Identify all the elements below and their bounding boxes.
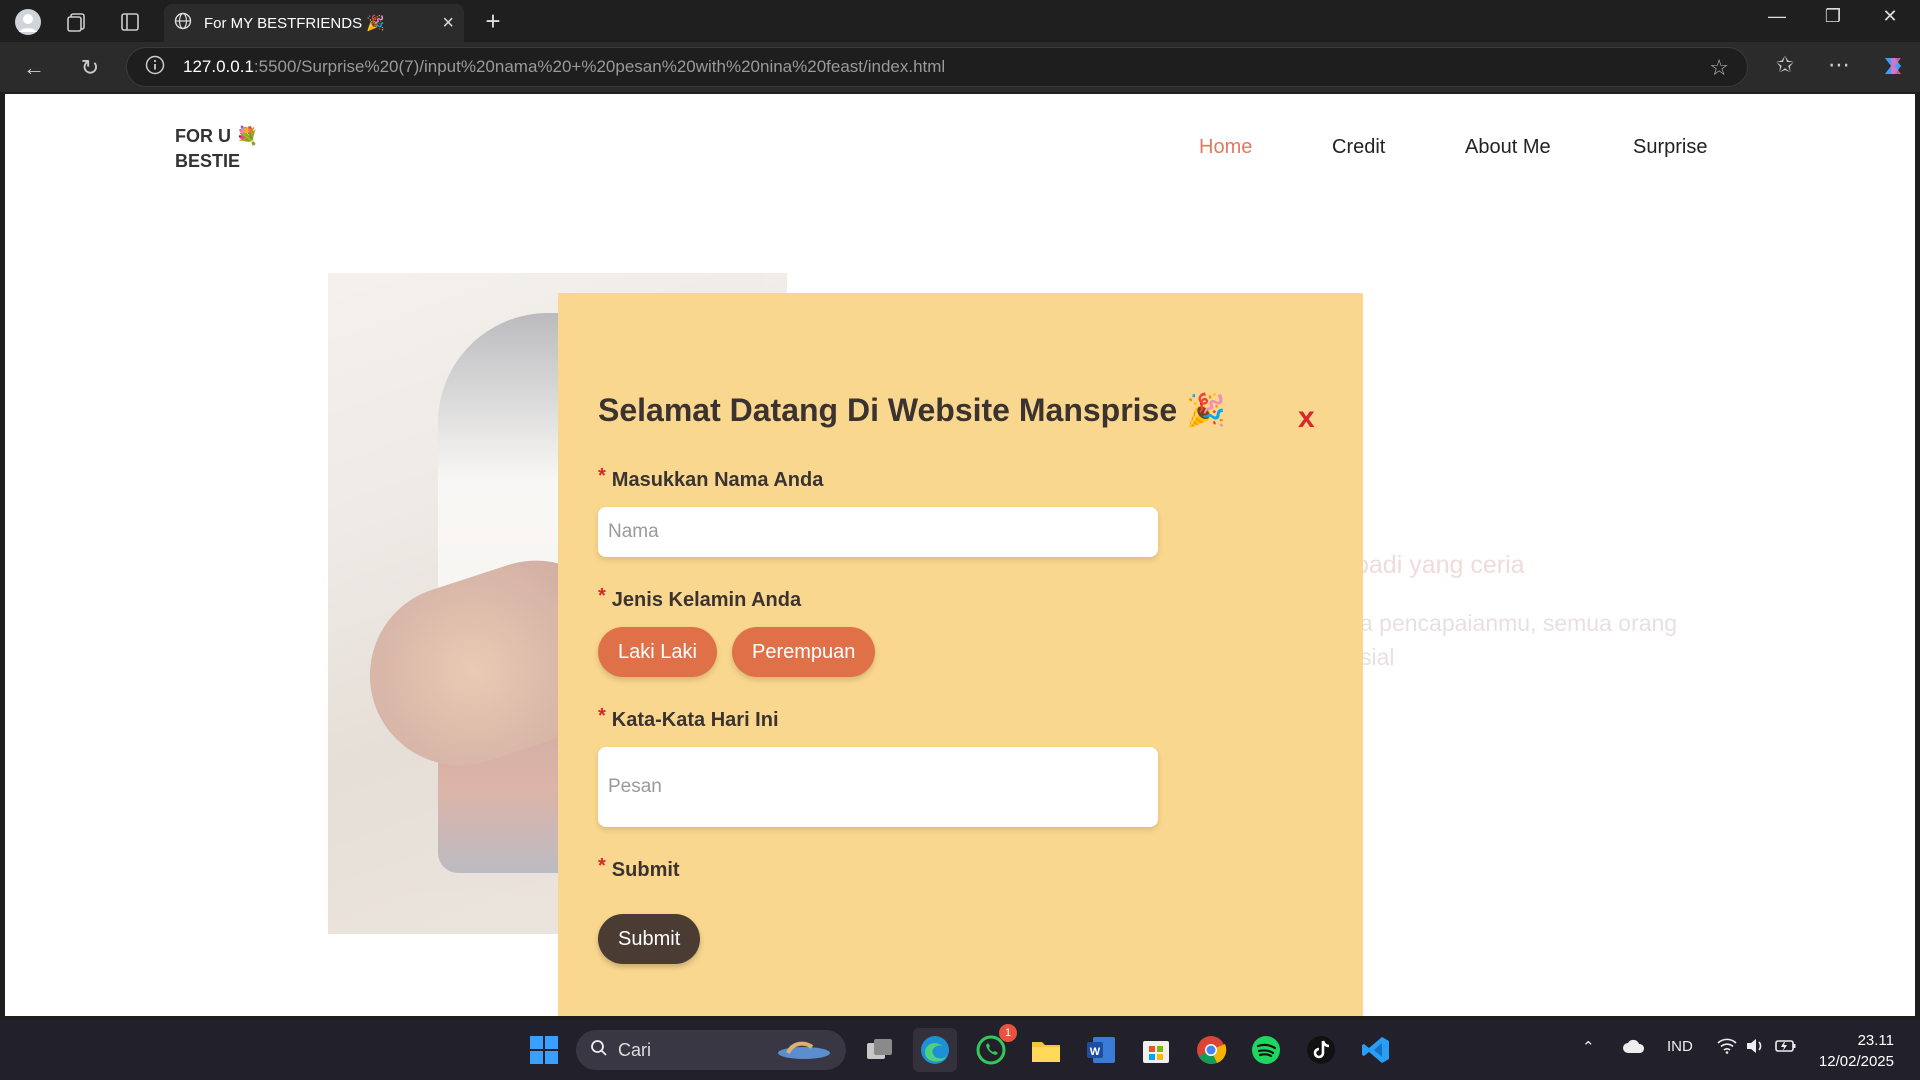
browser-toolbar: ← ↻ 127.0.0.1:5500/Surprise%20(7)/input%… (0, 42, 1920, 92)
tab-close-icon[interactable]: × (442, 12, 454, 35)
edge-browser-icon[interactable] (913, 1028, 957, 1072)
windows-start-icon[interactable] (522, 1028, 566, 1072)
nav-home[interactable]: Home (1199, 136, 1252, 159)
chrome-icon[interactable] (1189, 1028, 1233, 1072)
word-icon[interactable]: W (1079, 1028, 1123, 1072)
submit-label-text: Submit (611, 859, 680, 881)
name-label: * Masukkan Nama Anda (598, 465, 824, 492)
required-asterisk: * (598, 705, 606, 727)
vertical-tabs-icon[interactable] (116, 8, 144, 36)
restore-icon[interactable]: ❐ (1813, 6, 1853, 27)
gender-male-button[interactable]: Laki Laki (598, 627, 717, 677)
gender-label: * Jenis Kelamin Anda (598, 585, 802, 612)
vscode-icon[interactable] (1354, 1028, 1398, 1072)
url-text[interactable]: 127.0.0.1:5500/Surprise%20(7)/input%20na… (183, 57, 945, 77)
nav-credit[interactable]: Credit (1332, 136, 1385, 159)
copilot-icon[interactable] (1876, 52, 1910, 86)
nav-about-me[interactable]: About Me (1465, 136, 1551, 159)
search-label: Cari (618, 1039, 652, 1060)
bg-paragraph-line-2: sial (1360, 644, 1395, 670)
browser-titlebar: For MY BESTFRIENDS 🎉 × + — ❐ ✕ (0, 0, 1920, 42)
volume-icon[interactable] (1745, 1038, 1765, 1058)
search-icon (590, 1039, 608, 1062)
refresh-icon[interactable]: ↻ (74, 52, 106, 84)
new-tab-button[interactable]: + (478, 6, 508, 37)
welcome-modal: Selamat Datang Di Website Mansprise 🎉 x … (558, 293, 1363, 1016)
svg-text:W: W (1090, 1046, 1101, 1058)
back-arrow-icon[interactable]: ← (18, 52, 50, 84)
profile-avatar-icon[interactable] (14, 8, 42, 36)
logo-line-2: BESTIE (175, 151, 241, 171)
bg-paragraph-line-1: a pencapaianmu, semua orang (1360, 610, 1678, 636)
tiktok-icon[interactable] (1299, 1028, 1343, 1072)
gender-label-text: Jenis Kelamin Anda (611, 589, 802, 611)
site-logo[interactable]: FOR U 💐 BESTIE (175, 124, 258, 174)
required-asterisk: * (598, 585, 606, 607)
window-close-icon[interactable]: ✕ (1870, 6, 1910, 27)
file-explorer-icon[interactable] (1024, 1028, 1068, 1072)
favorite-star-icon[interactable]: ☆ (1709, 55, 1729, 81)
modal-close-button[interactable]: x (1298, 401, 1315, 435)
message-label-text: Kata-Kata Hari Ini (611, 709, 779, 731)
tab-title: For MY BESTFRIENDS 🎉 (204, 15, 385, 32)
wifi-icon[interactable] (1717, 1038, 1737, 1058)
search-highlight-icon (776, 1035, 832, 1066)
name-input[interactable] (598, 507, 1158, 557)
system-clock[interactable]: 23.11 12/02/2025 (1812, 1030, 1894, 1072)
language-indicator[interactable]: IND (1667, 1038, 1693, 1055)
modal-title: Selamat Datang Di Website Mansprise 🎉 (598, 392, 1226, 428)
taskbar-search-box[interactable]: Cari (576, 1030, 846, 1070)
submit-button[interactable]: Submit (598, 914, 701, 964)
site-info-icon[interactable] (145, 55, 165, 80)
required-asterisk: * (598, 855, 606, 877)
task-view-icon[interactable] (858, 1028, 902, 1072)
microsoft-store-icon[interactable] (1134, 1028, 1178, 1072)
show-hidden-icons-icon[interactable]: ⌃ (1582, 1038, 1595, 1056)
more-options-icon[interactable]: ⋯ (1822, 52, 1856, 78)
spotify-icon[interactable] (1244, 1028, 1288, 1072)
whatsapp-notification-badge: 1 (999, 1024, 1017, 1042)
url-path: :5500/Surprise%20(7)/input%20nama%20+%20… (253, 57, 946, 76)
clock-date: 12/02/2025 (1818, 1053, 1894, 1070)
address-bar[interactable]: 127.0.0.1:5500/Surprise%20(7)/input%20na… (126, 47, 1748, 87)
favorites-icon[interactable]: ✩ (1768, 52, 1802, 78)
whatsapp-icon[interactable]: 1 (969, 1024, 1017, 1072)
page-viewport: FOR U 💐 BESTIE Home Credit About Me Surp… (5, 94, 1915, 1016)
required-asterisk: * (598, 465, 606, 487)
windows-taskbar: Cari 1 W ⌃ IND 23.11 12/02/2025 (0, 1020, 1920, 1080)
browser-tab-active[interactable]: For MY BESTFRIENDS 🎉 × (164, 4, 464, 42)
bg-heading-fragment: badi yang ceria (1355, 551, 1525, 579)
nav-surprise[interactable]: Surprise (1633, 136, 1707, 159)
gender-female-button[interactable]: Perempuan (732, 627, 876, 677)
collections-icon[interactable] (63, 8, 91, 36)
name-label-text: Masukkan Nama Anda (611, 469, 824, 491)
url-host: 127.0.0.1 (183, 57, 254, 76)
logo-line-1: FOR U 💐 (175, 126, 259, 146)
battery-icon[interactable] (1775, 1038, 1797, 1058)
minimize-icon[interactable]: — (1757, 6, 1797, 27)
onedrive-cloud-icon[interactable] (1622, 1038, 1646, 1058)
globe-icon (174, 12, 192, 34)
clock-time: 23.11 (1857, 1032, 1894, 1049)
message-input[interactable] (598, 747, 1158, 827)
submit-label: * Submit (598, 855, 680, 882)
message-label: * Kata-Kata Hari Ini (598, 705, 779, 732)
